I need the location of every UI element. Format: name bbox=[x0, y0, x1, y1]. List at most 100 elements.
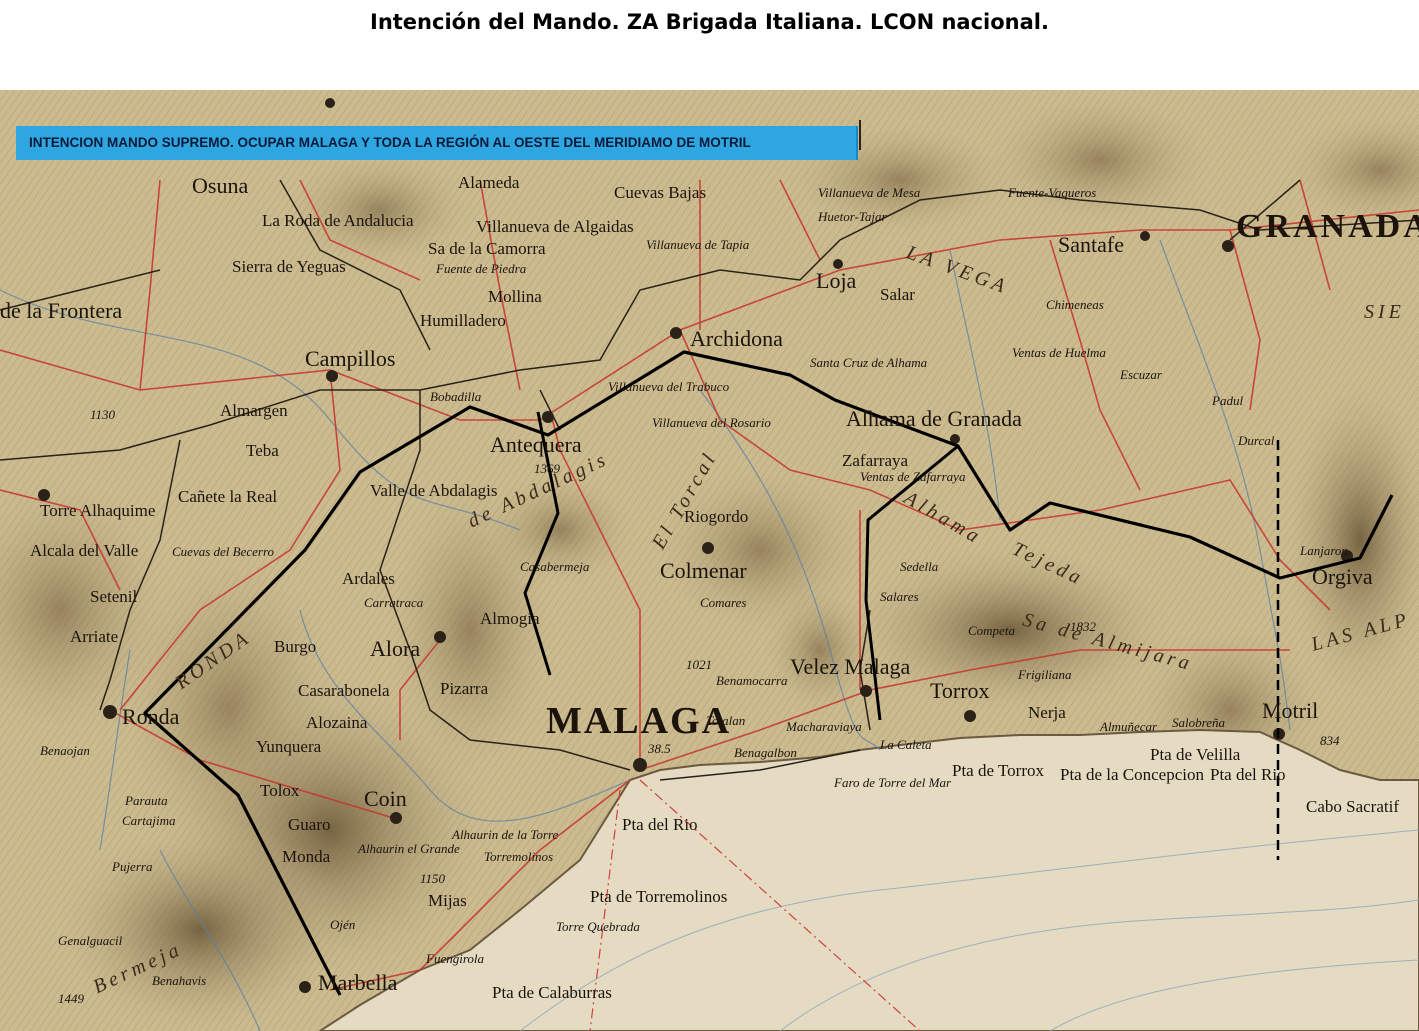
label-sierra-yeguas: Sierra de Yeguas bbox=[232, 257, 346, 276]
label-campillos: Campillos bbox=[305, 346, 396, 371]
label-canete: Cañete la Real bbox=[178, 487, 278, 506]
label-ardales: Ardales bbox=[342, 569, 395, 588]
label-alt-1369: 1369 bbox=[534, 461, 560, 476]
label-alt-1021: 1021 bbox=[686, 657, 712, 672]
label-arriate: Arriate bbox=[70, 627, 119, 646]
label-villanueva-mesa: Villanueva de Mesa bbox=[818, 185, 921, 200]
label-sedella: Sedella bbox=[900, 559, 939, 574]
label-alt-1150: 1150 bbox=[420, 871, 446, 886]
map[interactable]: Osuna La Roda de Andalucia Sierra de Yeg… bbox=[0, 90, 1419, 1031]
label-alhama: Alhama de Granada bbox=[846, 406, 1022, 431]
label-tolox: Tolox bbox=[260, 781, 300, 800]
label-archidona: Archidona bbox=[690, 326, 783, 351]
label-parauta: Parauta bbox=[125, 793, 168, 808]
label-burgo: Burgo bbox=[274, 637, 317, 656]
label-ventas-huelma: Ventas de Huelma bbox=[1012, 345, 1106, 360]
page-title: Intención del Mando. ZA Brigada Italiana… bbox=[370, 10, 1049, 34]
label-humilladero: Humilladero bbox=[420, 311, 506, 330]
label-casarabonela: Casarabonela bbox=[298, 681, 390, 700]
label-la-roda: La Roda de Andalucia bbox=[262, 211, 414, 230]
label-salares: Salares bbox=[880, 589, 919, 604]
label-huetor-tajar: Huetor-Tajar bbox=[818, 209, 887, 224]
label-santa-cruz: Santa Cruz de Alhama bbox=[810, 355, 928, 370]
label-alora: Alora bbox=[370, 636, 421, 661]
label-bobadilla: Bobadilla bbox=[430, 389, 482, 404]
label-cartajima: Cartajima bbox=[122, 813, 176, 828]
label-macharaviaya: Macharaviaya bbox=[786, 719, 862, 734]
label-torremolinos: Torremolinos bbox=[484, 849, 554, 864]
label-setenil: Setenil bbox=[90, 587, 138, 606]
label-cabo-sacratif: Cabo Sacratif bbox=[1306, 797, 1399, 816]
label-lanjaron: Lanjaron bbox=[1300, 543, 1348, 558]
intention-banner: INTENCION MANDO SUPREMO. OCUPAR MALAGA Y… bbox=[16, 126, 858, 160]
label-almunecar: Almuñecar bbox=[1100, 719, 1158, 734]
label-fuente-piedra: Fuente de Piedra bbox=[436, 261, 527, 276]
label-pta-torrox: Pta de Torrox bbox=[952, 761, 1044, 780]
label-totalan: Totalan bbox=[706, 713, 746, 728]
label-nerja: Nerja bbox=[1028, 703, 1066, 722]
label-escuzar: Escuzar bbox=[1120, 367, 1162, 382]
label-monda: Monda bbox=[282, 847, 331, 866]
label-pta-torremolinos: Pta de Torremolinos bbox=[590, 887, 728, 906]
label-casabermeja: Casabermeja bbox=[520, 559, 590, 574]
label-velez-malaga: Velez Malaga bbox=[790, 654, 911, 679]
label-ojen: Ojén bbox=[330, 917, 356, 932]
label-villanueva-rosario: Villanueva del Rosario bbox=[652, 415, 771, 430]
label-orgiva: Orgiva bbox=[1312, 564, 1373, 589]
label-fuente-vaqueros: Fuente-Vaqueros bbox=[1008, 185, 1097, 200]
label-alt-1130: 1130 bbox=[90, 407, 116, 422]
label-ventas-zafarraya: Ventas de Zafarraya bbox=[860, 469, 966, 484]
label-antequera: Antequera bbox=[490, 432, 582, 457]
label-benaojan: Benaojan bbox=[40, 743, 90, 758]
label-coin: Coin bbox=[364, 786, 407, 811]
label-zafarraya: Zafarraya bbox=[842, 451, 909, 470]
label-valle-abdalagis: Valle de Abdalagis bbox=[370, 481, 498, 500]
label-competa: Competa bbox=[968, 623, 1015, 638]
label-alt-38: 38.5 bbox=[648, 741, 671, 756]
label-alhaurin-grande: Alhaurin el Grande bbox=[358, 841, 460, 856]
label-alhaurin-torre: Alhaurin de la Torre bbox=[452, 827, 559, 842]
label-teba: Teba bbox=[246, 441, 279, 460]
label-marbella: Marbella bbox=[318, 970, 398, 995]
label-frigiliana: Frigiliana bbox=[1018, 667, 1072, 682]
label-mollina: Mollina bbox=[488, 287, 542, 306]
label-pta-velilla: Pta de Velilla bbox=[1150, 745, 1241, 764]
label-ronda: Ronda bbox=[122, 704, 180, 729]
label-alt-834: 834 bbox=[1320, 733, 1340, 748]
label-almargen: Almargen bbox=[220, 401, 288, 420]
label-la-camorra: Sa de la Camorra bbox=[428, 239, 546, 258]
label-cuevas-becerro: Cuevas del Becerro bbox=[172, 544, 275, 559]
label-frontera: de la Frontera bbox=[0, 298, 123, 323]
label-padul: Padul bbox=[1212, 393, 1244, 408]
label-colmenar: Colmenar bbox=[660, 558, 747, 583]
label-benamocarra: Benamocarra bbox=[716, 673, 788, 688]
label-yunquera: Yunquera bbox=[256, 737, 322, 756]
label-almogia: Almogía bbox=[480, 609, 540, 628]
label-fuengirola: Fuengirola bbox=[426, 951, 485, 966]
label-torre-quebrada: Torre Quebrada bbox=[556, 919, 640, 934]
label-la-caleta: La Caleta bbox=[880, 737, 932, 752]
label-comares: Comares bbox=[700, 595, 747, 610]
label-pta-rio-motril: Pta del Rio bbox=[1210, 765, 1286, 784]
label-benagalbon: Benagalbon bbox=[734, 745, 797, 760]
label-granada: GRANADA bbox=[1236, 208, 1419, 245]
label-mijas: Mijas bbox=[428, 891, 467, 910]
label-cuevas-bajas: Cuevas Bajas bbox=[614, 183, 707, 202]
label-osuna: Osuna bbox=[192, 173, 249, 198]
label-durcal: Durcal bbox=[1238, 433, 1275, 448]
label-salar: Salar bbox=[880, 285, 915, 304]
label-pujerra: Pujerra bbox=[112, 859, 153, 874]
label-salobrena: Salobreña bbox=[1172, 715, 1225, 730]
label-benahavis: Benahavis bbox=[152, 973, 207, 988]
label-pta-calaburras: Pta de Calaburras bbox=[492, 983, 612, 1002]
label-villanueva-trabuco: Villanueva del Trabuco bbox=[608, 379, 730, 394]
label-alameda: Alameda bbox=[458, 173, 520, 192]
label-alozaina: Alozaina bbox=[306, 713, 368, 732]
label-santafe: Santafe bbox=[1058, 232, 1124, 257]
label-torre-alhaquime: Torre Alhaquime bbox=[40, 501, 156, 520]
label-alt-1832: 1832 bbox=[1070, 619, 1096, 634]
label-genalguacil: Genalguacil bbox=[58, 933, 123, 948]
label-motril: Motril bbox=[1262, 698, 1319, 723]
label-alt-1449: 1449 bbox=[58, 991, 84, 1006]
label-faro-torre-mar: Faro de Torre del Mar bbox=[834, 775, 951, 790]
